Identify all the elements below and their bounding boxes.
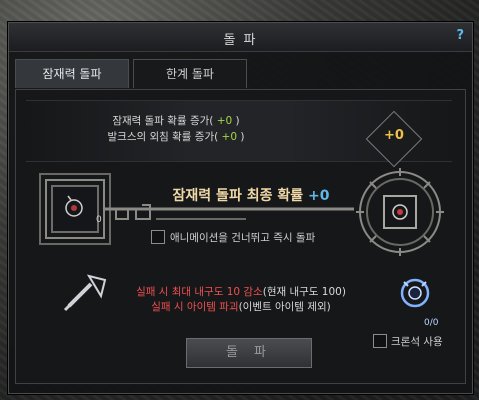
valks-rate-line: 발크스의 외침 확률 증가( +0 ): [26, 129, 326, 144]
cron-stone-checkbox[interactable]: [373, 334, 387, 348]
cron-stone-icon[interactable]: [398, 276, 432, 310]
final-rate-value: +0: [307, 188, 330, 204]
bonus-info: 잠재력 돌파 확률 증가( +0 ) 발크스의 외침 확률 증가( +0 ) +…: [26, 100, 452, 168]
fail-durability-line: 실패 시 최대 내구도 10 감소(현재 내구도 100): [116, 284, 366, 299]
final-rate: 잠재력 돌파 최종 확률 +0: [156, 185, 346, 205]
window-title: 돌 파: [223, 33, 258, 48]
skip-animation-checkbox[interactable]: [151, 230, 165, 244]
breakthrough-button[interactable]: 돌 파: [186, 338, 312, 368]
cron-stone-count: 0/0: [424, 318, 439, 328]
valks-rate-close: ): [240, 131, 245, 143]
potential-rate-line: 잠재력 돌파 확률 증가( +0 ): [26, 113, 326, 128]
potential-rate-value: +0: [213, 115, 236, 127]
valks-rate-label: 발크스의 외침 확률 증가(: [107, 131, 219, 143]
title-bar[interactable]: 돌 파 ?: [9, 23, 472, 52]
final-rate-label: 잠재력 돌파 최종 확률: [172, 188, 304, 204]
event-item-exception: (이벤트 아이템 제외): [238, 301, 331, 313]
tab-potential-breakthrough[interactable]: 잠재력 돌파: [15, 59, 129, 88]
fail-destroy-line: 실패 시 아이템 파괴(이벤트 아이템 제외): [116, 299, 366, 314]
tab-limit-breakthrough[interactable]: 한계 돌파: [133, 59, 247, 88]
bonus-value: +0: [384, 128, 404, 143]
current-durability: (현재 내구도 100): [262, 286, 346, 298]
sword-icon: [63, 274, 107, 312]
key-frame: 0: [39, 168, 444, 256]
fail-destroy-warning: 실패 시 아이템 파괴: [151, 301, 239, 313]
potential-rate-close: ): [235, 115, 240, 127]
potential-rate-label: 잠재력 돌파 확률 증가(: [112, 115, 214, 127]
fail-durability-warning: 실패 시 최대 내구도 10 감소: [136, 286, 263, 298]
cron-stone-label: 크론석 사용: [391, 336, 443, 348]
left-slot-count: 0: [96, 215, 102, 225]
breakthrough-window: 돌 파 ? 잠재력 돌파 한계 돌파 잠재력 돌파 확률 증가( +0 ) 발크…: [8, 22, 473, 394]
skip-animation-label: 애니메이션을 건너뛰고 즉시 돌파: [170, 232, 316, 244]
valks-rate-value: +0: [218, 131, 241, 143]
help-icon[interactable]: ?: [456, 28, 464, 43]
breakthrough-panel: 잠재력 돌파 확률 증가( +0 ) 발크스의 외침 확률 증가( +0 ) +…: [15, 89, 466, 384]
